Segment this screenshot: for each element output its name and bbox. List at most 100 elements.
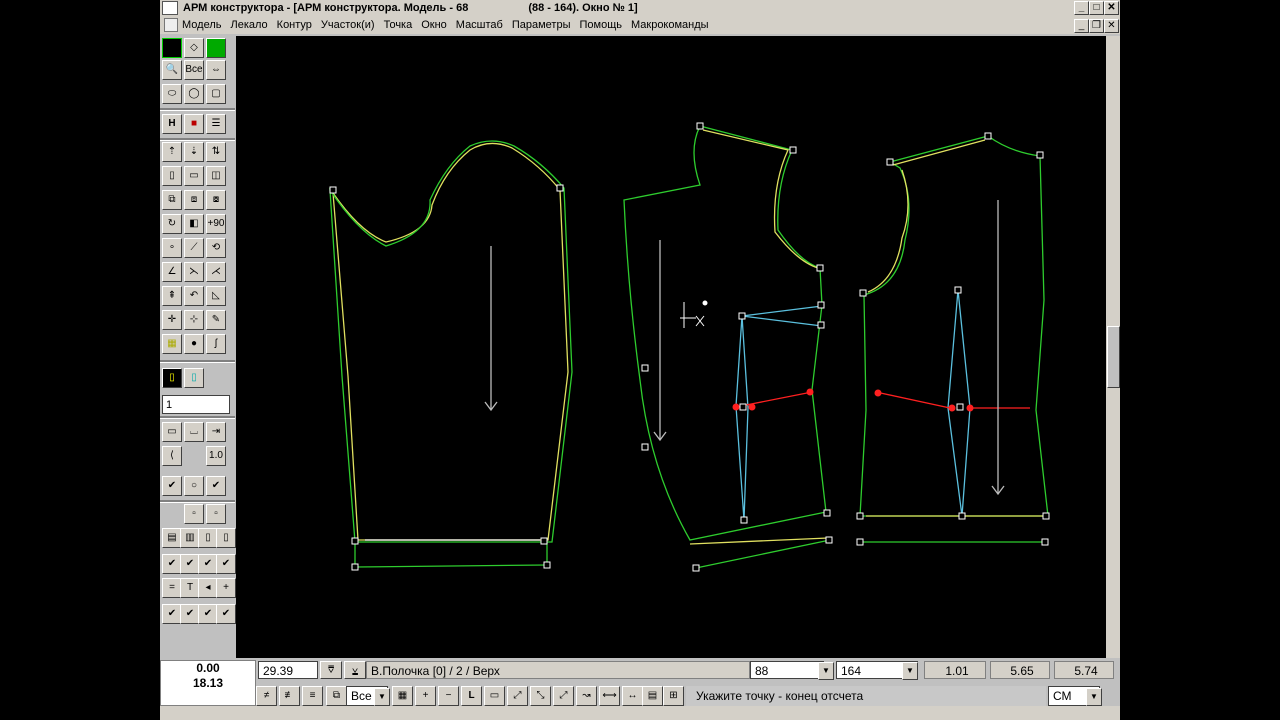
menu-contour[interactable]: Контур — [277, 19, 312, 31]
menu-point[interactable]: Точка — [384, 19, 413, 31]
menu-help[interactable]: Помощь — [579, 19, 622, 31]
diag-a-icon[interactable]: ⤢ — [507, 686, 528, 706]
measure-icon[interactable]: ⊹ — [184, 310, 204, 330]
check-b-icon[interactable]: ✔ — [180, 554, 200, 574]
vertical-scrollbar[interactable] — [1106, 36, 1120, 658]
check-icon-2[interactable]: ✔ — [206, 476, 226, 496]
check-e-icon[interactable]: ✔ — [162, 604, 182, 624]
list-icon[interactable]: ☰ — [206, 114, 226, 134]
grid-c-icon[interactable]: ≡ — [302, 686, 323, 706]
small-frame-icon[interactable]: ▫ — [184, 504, 204, 524]
arrow-join-icon[interactable]: ⇥ — [206, 422, 226, 442]
layout-d-icon[interactable]: ▯ — [216, 528, 236, 548]
diag-b-icon[interactable]: ⤡ — [530, 686, 551, 706]
span-icon[interactable]: ↔ — [622, 686, 643, 706]
piece-mirror-icon[interactable]: ◫ — [206, 166, 226, 186]
menu-segments[interactable]: Участок(и) — [321, 19, 375, 31]
arrow-left-icon[interactable]: ◂ — [198, 578, 218, 598]
check-icon[interactable]: ✔ — [162, 476, 182, 496]
diamond-icon[interactable]: ◇ — [184, 38, 204, 58]
node-curve-icon[interactable]: ⟲ — [206, 238, 226, 258]
copy-icon[interactable]: ⧉ — [326, 686, 347, 706]
stack-icon[interactable]: ⧇ — [206, 190, 226, 210]
grid-b-icon[interactable]: ≢ — [279, 686, 300, 706]
check-c-icon[interactable]: ✔ — [198, 554, 218, 574]
check-a-icon[interactable]: ✔ — [162, 554, 182, 574]
sleeve-piece[interactable] — [329, 140, 573, 568]
layer-active-icon[interactable]: ▯ — [162, 368, 182, 388]
filter-dropdown-icon[interactable]: ▼ — [374, 688, 390, 706]
t-icon[interactable]: T — [180, 578, 200, 598]
frame-link-icon[interactable]: ▫ — [206, 504, 226, 524]
scroll-thumb[interactable] — [1107, 326, 1120, 388]
minus-icon[interactable]: − — [438, 686, 459, 706]
equals-icon[interactable]: = — [162, 578, 182, 598]
layout-a-icon[interactable]: ▤ — [162, 528, 182, 548]
pen-icon[interactable]: ✎ — [206, 310, 226, 330]
rotate-90-button[interactable]: +90 — [206, 214, 226, 234]
point-up-icon[interactable]: ⇡ — [162, 142, 182, 162]
dot-icon[interactable]: ● — [184, 334, 204, 354]
size-select[interactable]: 88 — [750, 661, 824, 679]
doc-minimize-button[interactable]: _ — [1074, 19, 1089, 33]
reel-icon[interactable]: ■ — [184, 114, 204, 134]
doc-restore-button[interactable]: ❐ — [1089, 19, 1104, 33]
layer-cyan-icon[interactable]: ▯ — [184, 368, 204, 388]
select-mode-icon[interactable] — [162, 38, 182, 58]
front-piece[interactable] — [859, 135, 1049, 543]
bracket-left-icon[interactable]: ⟨ — [162, 446, 182, 466]
horizontal-scrollbar[interactable] — [160, 706, 1120, 720]
join-icon[interactable]: ⧈ — [184, 190, 204, 210]
curve-icon[interactable]: ↝ — [576, 686, 597, 706]
hook-icon[interactable]: ʃ — [206, 334, 226, 354]
h-tool-button[interactable]: H — [162, 114, 182, 134]
corner-icon[interactable]: ◺ — [206, 286, 226, 306]
piece-copy-icon[interactable]: ▭ — [184, 166, 204, 186]
menu-window[interactable]: Окно — [421, 19, 447, 31]
menu-scale[interactable]: Масштаб — [456, 19, 503, 31]
filter-b-icon[interactable]: ⩣ — [344, 661, 366, 679]
calc-icon[interactable]: ▤ — [642, 686, 663, 706]
dart-icon[interactable]: ⋌ — [206, 262, 226, 282]
width-icon[interactable]: ⟷ — [599, 686, 620, 706]
rotate-icon[interactable]: ↻ — [162, 214, 182, 234]
menu-model[interactable]: Модель — [182, 19, 221, 31]
layout-b-icon[interactable]: ▥ — [180, 528, 200, 548]
table-icon[interactable]: ▭ — [162, 422, 182, 442]
minimize-button[interactable]: _ — [1074, 1, 1089, 15]
toolbox-input[interactable]: 1 — [162, 395, 230, 414]
menu-pattern[interactable]: Лекало — [230, 19, 267, 31]
duplicate-icon[interactable]: ⧉ — [162, 190, 182, 210]
maximize-button[interactable]: □ — [1089, 1, 1104, 15]
check-d-icon[interactable]: ✔ — [216, 554, 236, 574]
point-move-icon[interactable]: ⇣ — [184, 142, 204, 162]
node-line-icon[interactable]: ⟋ — [184, 238, 204, 258]
menu-macros[interactable]: Макрокоманды — [631, 19, 709, 31]
notch-icon[interactable]: ⇞ — [162, 286, 182, 306]
flip-icon[interactable]: ◧ — [184, 214, 204, 234]
height-dropdown-icon[interactable]: ▼ — [902, 662, 918, 680]
grade-icon[interactable]: ▦ — [162, 334, 182, 354]
menu-parameters[interactable]: Параметры — [512, 19, 571, 31]
doc-close-button[interactable]: ✕ — [1104, 19, 1119, 33]
zoom-icon[interactable]: 🔍 — [162, 60, 182, 80]
contour-icon[interactable]: ◯ — [184, 84, 204, 104]
check-g-icon[interactable]: ✔ — [198, 604, 218, 624]
piece-icon[interactable]: ▯ — [162, 166, 182, 186]
line-button[interactable]: L — [461, 686, 482, 706]
drawing-canvas[interactable] — [236, 36, 1106, 658]
document-icon[interactable] — [164, 18, 178, 32]
node-icon[interactable]: ∘ — [162, 238, 182, 258]
radio-icon[interactable]: ○ — [184, 476, 204, 496]
table-grid-icon[interactable]: ⊞ — [663, 686, 684, 706]
grid-a-icon[interactable]: ≠ — [256, 686, 277, 706]
close-button[interactable]: ✕ — [1104, 1, 1119, 15]
check-h-icon[interactable]: ✔ — [216, 604, 236, 624]
dash-icon[interactable]: ▭ — [484, 686, 505, 706]
show-all-button[interactable]: Все — [184, 60, 204, 80]
point-split-icon[interactable]: ⇅ — [206, 142, 226, 162]
size-dropdown-icon[interactable]: ▼ — [818, 662, 834, 680]
grid-icon[interactable]: ▦ — [392, 686, 413, 706]
cross-icon[interactable]: ✛ — [162, 310, 182, 330]
plus-icon[interactable]: + — [216, 578, 236, 598]
